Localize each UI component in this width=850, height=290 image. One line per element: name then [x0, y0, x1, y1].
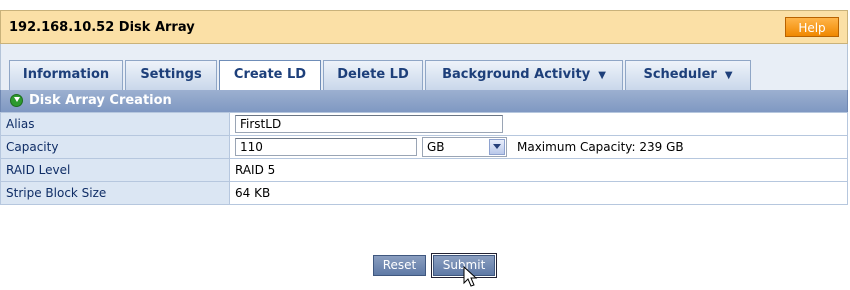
tab-information[interactable]: Information — [9, 60, 123, 90]
tab-label: Delete LD — [337, 67, 409, 82]
capacity-unit-value: GB — [427, 140, 445, 154]
form-row-capacity: Capacity GB Maximum Capacity: 239 GB — [0, 135, 848, 159]
form-row-raid-level: RAID Level RAID 5 — [0, 158, 848, 182]
stripe-size-value: 64 KB — [229, 181, 848, 205]
tab-label: Create LD — [233, 67, 307, 82]
tab-create-ld[interactable]: Create LD — [219, 60, 321, 91]
alias-label: Alias — [0, 112, 230, 136]
expand-arrow-icon — [10, 94, 23, 107]
form-row-alias: Alias — [0, 112, 848, 136]
max-capacity-text: Maximum Capacity: 239 GB — [517, 140, 684, 154]
reset-button[interactable]: Reset — [373, 255, 426, 276]
stripe-size-label: Stripe Block Size — [0, 181, 230, 205]
tab-label: Background Activity — [442, 67, 591, 82]
tab-scheduler[interactable]: Scheduler ▼ — [625, 60, 751, 90]
raid-level-label: RAID Level — [0, 158, 230, 182]
capacity-input[interactable] — [235, 138, 417, 156]
help-button[interactable]: Help — [785, 17, 839, 37]
section-title: Disk Array Creation — [29, 93, 172, 108]
page-title: 192.168.10.52 Disk Array — [9, 20, 195, 35]
tab-label: Scheduler — [643, 67, 717, 82]
tab-delete-ld[interactable]: Delete LD — [323, 60, 423, 90]
chevron-down-icon: ▼ — [724, 70, 733, 81]
ld-form-table: Alias Capacity GB Maximum Capacity: 239 G… — [0, 112, 848, 205]
mouse-cursor-icon — [463, 266, 478, 287]
panel-header: 192.168.10.52 Disk Array Help — [0, 10, 848, 44]
section-header[interactable]: Disk Array Creation — [0, 90, 848, 112]
capacity-label: Capacity — [0, 135, 230, 159]
tab-background-activity[interactable]: Background Activity ▼ — [425, 60, 623, 90]
chevron-down-icon[interactable] — [489, 139, 505, 155]
tab-label: Information — [22, 67, 110, 82]
capacity-unit-select[interactable]: GB — [422, 137, 507, 157]
tab-bar: Information Settings Create LD Delete LD… — [0, 44, 848, 91]
form-row-stripe: Stripe Block Size 64 KB — [0, 181, 848, 205]
alias-input[interactable] — [235, 115, 503, 133]
chevron-down-icon: ▼ — [598, 70, 606, 81]
disk-array-panel: 192.168.10.52 Disk Array Help Informatio… — [0, 0, 850, 250]
tab-label: Settings — [140, 67, 202, 82]
raid-level-value: RAID 5 — [229, 158, 848, 182]
tab-settings[interactable]: Settings — [125, 60, 217, 90]
